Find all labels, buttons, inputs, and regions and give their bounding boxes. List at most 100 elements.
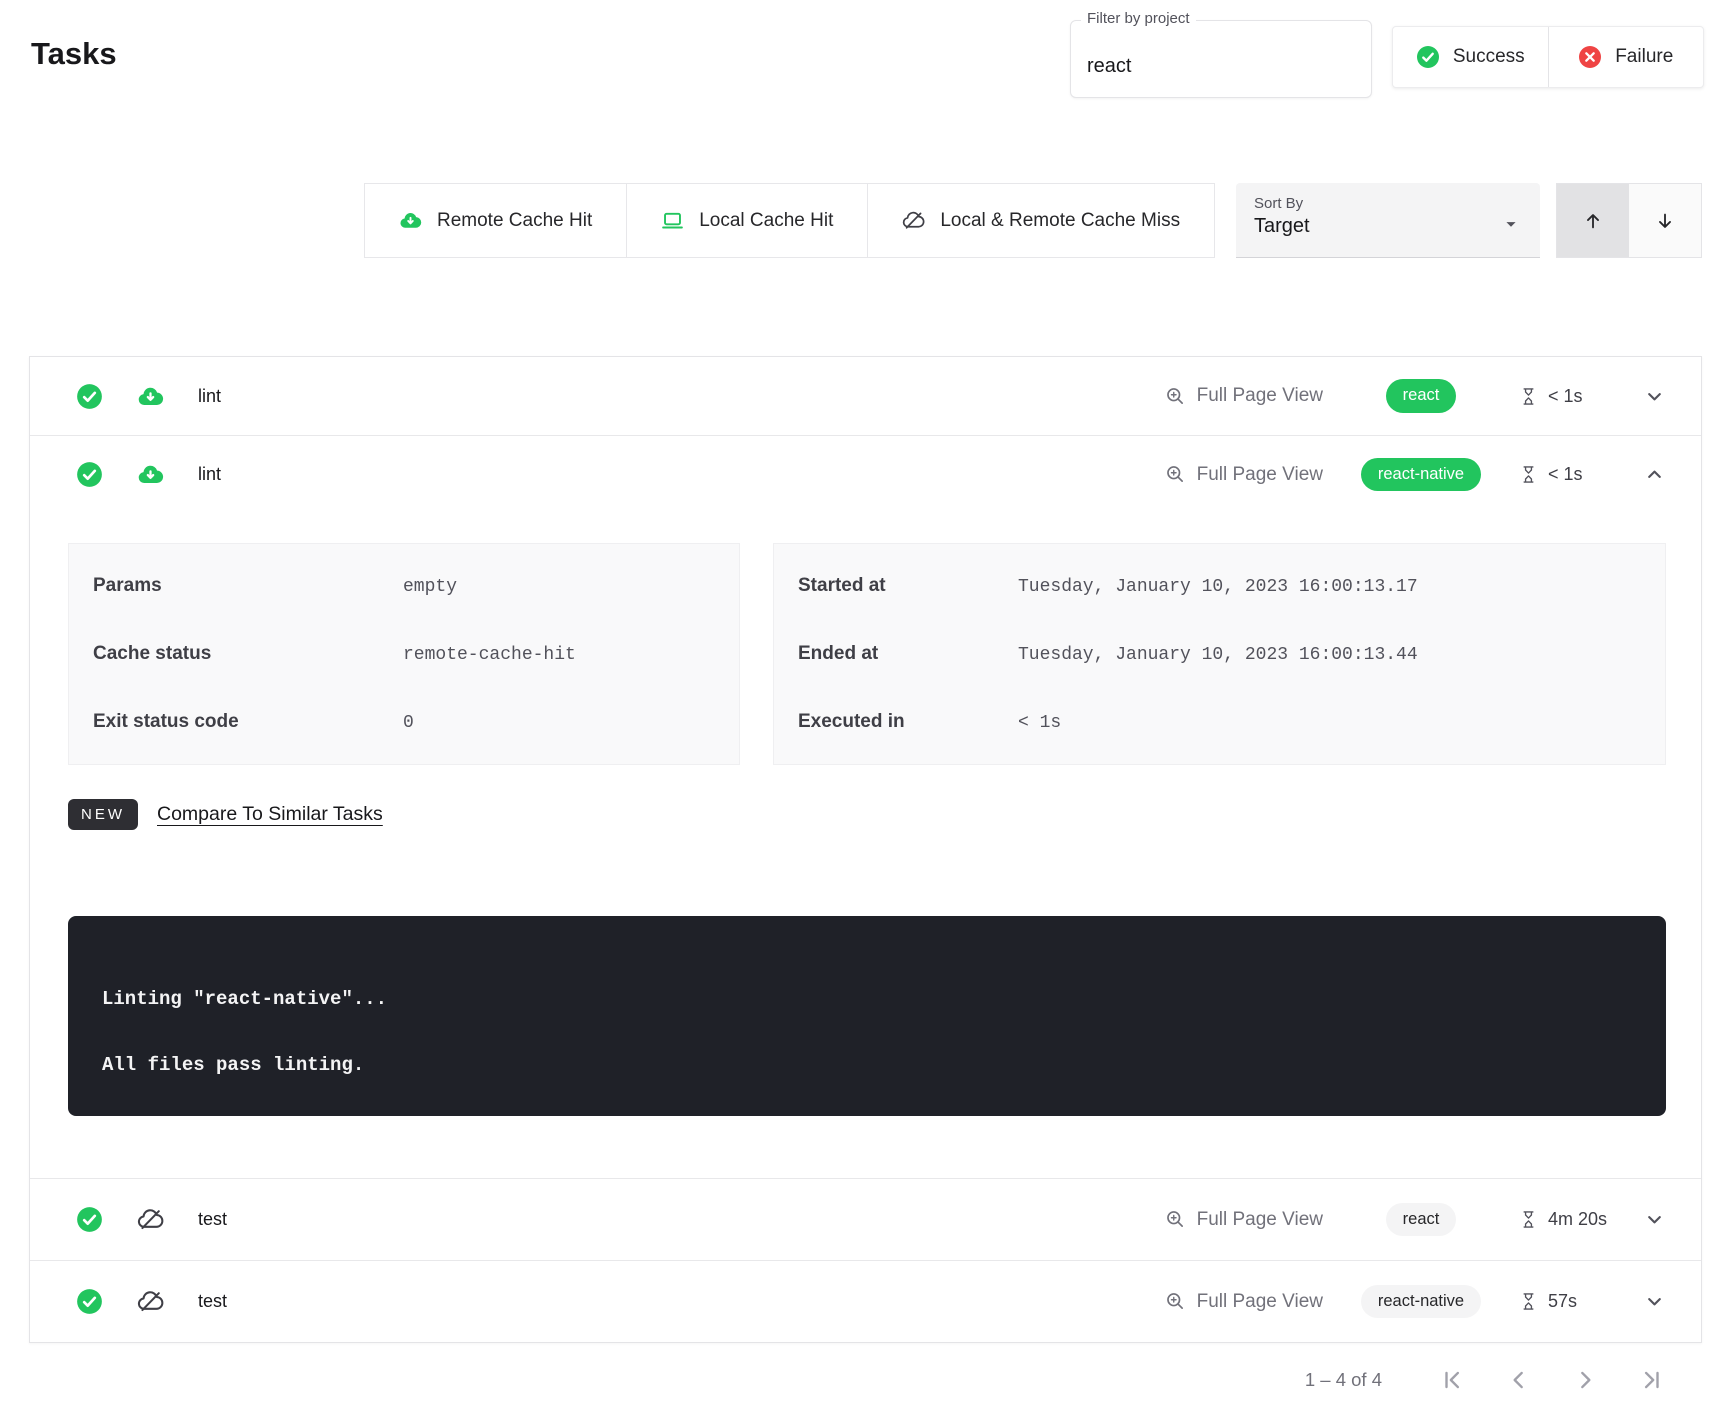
- status-filter-group: Success Failure: [1392, 26, 1704, 88]
- terminal-line: All files pass linting.: [102, 1054, 1636, 1076]
- executed-in-value: < 1s: [1018, 713, 1061, 733]
- task-row-test-react: test Full Page View react 4m 20s: [30, 1178, 1701, 1260]
- compare-to-similar-tasks-link[interactable]: Compare To Similar Tasks: [157, 803, 383, 826]
- arrow-down-icon: [1654, 210, 1676, 232]
- executed-in-row: Executed in < 1s: [774, 688, 1665, 756]
- expand-row-button[interactable]: [1637, 1290, 1671, 1313]
- success-status-icon: [76, 461, 103, 488]
- full-page-view-label: Full Page View: [1197, 385, 1323, 407]
- project-filter-label: Filter by project: [1081, 10, 1196, 27]
- full-page-view-button[interactable]: Full Page View: [1165, 464, 1323, 486]
- chevron-right-icon: [1572, 1367, 1598, 1393]
- laptop-icon: [661, 209, 684, 232]
- collapse-row-button[interactable]: [1637, 463, 1671, 486]
- sort-descending-button[interactable]: [1629, 184, 1701, 257]
- cloud-download-icon: [137, 461, 164, 488]
- task-details-expansion: Params empty Cache status remote-cache-h…: [30, 543, 1701, 1178]
- task-name: test: [198, 1291, 227, 1312]
- cache-status-label: Cache status: [93, 643, 403, 665]
- first-page-icon: [1440, 1367, 1466, 1393]
- cloud-download-icon: [399, 209, 422, 232]
- failure-filter-button[interactable]: Failure: [1548, 27, 1704, 87]
- task-duration: 57s: [1548, 1291, 1577, 1312]
- task-row-lint-react: lint Full Page View react < 1s: [30, 357, 1701, 435]
- cloud-off-icon: [902, 209, 925, 232]
- page-title: Tasks: [31, 36, 117, 72]
- full-page-view-label: Full Page View: [1197, 1291, 1323, 1313]
- params-row: Params empty: [69, 552, 739, 620]
- expand-row-button[interactable]: [1637, 385, 1671, 408]
- chevron-down-icon: [1643, 1290, 1666, 1313]
- local-cache-hit-label: Local Cache Hit: [699, 210, 833, 232]
- started-at-label: Started at: [798, 575, 1018, 597]
- local-cache-hit-filter-button[interactable]: Local Cache Hit: [626, 183, 868, 258]
- chevron-down-icon: [1643, 1208, 1666, 1231]
- sort-by-select[interactable]: Sort By Target: [1236, 183, 1540, 258]
- params-value: empty: [403, 577, 457, 597]
- arrow-up-icon: [1582, 210, 1604, 232]
- cloud-off-icon: [137, 1206, 164, 1233]
- terminal-output: Linting "react-native"... All files pass…: [68, 916, 1666, 1116]
- caret-down-icon: [1500, 213, 1522, 235]
- hourglass-icon: [1519, 465, 1538, 484]
- project-badge: react: [1386, 379, 1457, 413]
- exit-status-value: 0: [403, 713, 414, 733]
- cloud-download-icon: [137, 383, 164, 410]
- full-page-view-label: Full Page View: [1197, 464, 1323, 486]
- first-page-button[interactable]: [1440, 1367, 1466, 1393]
- sort-ascending-button[interactable]: [1557, 184, 1629, 257]
- task-attributes-panel: Params empty Cache status remote-cache-h…: [68, 543, 740, 765]
- project-filter-input[interactable]: [1071, 21, 1371, 97]
- full-page-view-button[interactable]: Full Page View: [1165, 385, 1323, 407]
- full-page-view-button[interactable]: Full Page View: [1165, 1209, 1323, 1231]
- task-duration: < 1s: [1548, 386, 1583, 407]
- cache-miss-filter-button[interactable]: Local & Remote Cache Miss: [867, 183, 1215, 258]
- expand-row-button[interactable]: [1637, 1208, 1671, 1231]
- next-page-button[interactable]: [1572, 1367, 1598, 1393]
- compare-row: NEW Compare To Similar Tasks: [68, 799, 1701, 830]
- cache-filter-group: Remote Cache Hit Local Cache Hit Local &…: [364, 183, 1215, 258]
- project-badge: react: [1386, 1203, 1457, 1237]
- last-page-button[interactable]: [1638, 1367, 1664, 1393]
- started-at-row: Started at Tuesday, January 10, 2023 16:…: [774, 552, 1665, 620]
- task-name: lint: [198, 464, 221, 485]
- previous-page-button[interactable]: [1506, 1367, 1532, 1393]
- success-filter-button[interactable]: Success: [1393, 27, 1548, 87]
- pagination: 1 – 4 of 4: [1305, 1352, 1664, 1408]
- full-page-view-button[interactable]: Full Page View: [1165, 1291, 1323, 1313]
- started-at-value: Tuesday, January 10, 2023 16:00:13.17: [1018, 577, 1418, 597]
- task-name: lint: [198, 386, 221, 407]
- exit-status-label: Exit status code: [93, 711, 403, 733]
- success-status-icon: [76, 1206, 103, 1233]
- full-page-view-label: Full Page View: [1197, 1209, 1323, 1231]
- project-badge: react-native: [1361, 1285, 1481, 1319]
- params-label: Params: [93, 575, 403, 597]
- executed-in-label: Executed in: [798, 711, 1018, 733]
- success-status-icon: [76, 383, 103, 410]
- hourglass-icon: [1519, 1292, 1538, 1311]
- project-badge: react-native: [1361, 458, 1481, 492]
- new-badge: NEW: [68, 799, 138, 830]
- project-filter-field: Filter by project: [1070, 20, 1372, 98]
- zoom-in-icon: [1165, 1209, 1186, 1230]
- zoom-in-icon: [1165, 386, 1186, 407]
- failure-filter-label: Failure: [1615, 46, 1673, 68]
- success-filter-label: Success: [1453, 46, 1525, 68]
- sort-by-label: Sort By: [1254, 195, 1522, 212]
- zoom-in-icon: [1165, 1291, 1186, 1312]
- task-list: lint Full Page View react < 1s: [29, 356, 1702, 1343]
- x-circle-icon: [1578, 45, 1602, 69]
- zoom-in-icon: [1165, 464, 1186, 485]
- terminal-line: Linting "react-native"...: [102, 988, 1636, 1010]
- task-duration: 4m 20s: [1548, 1209, 1607, 1230]
- remote-cache-hit-label: Remote Cache Hit: [437, 210, 592, 232]
- task-row-lint-react-native: lint Full Page View react-native < 1s: [30, 435, 1701, 513]
- last-page-icon: [1638, 1367, 1664, 1393]
- ended-at-row: Ended at Tuesday, January 10, 2023 16:00…: [774, 620, 1665, 688]
- check-circle-icon: [1416, 45, 1440, 69]
- cache-miss-label: Local & Remote Cache Miss: [940, 210, 1180, 232]
- cache-status-value: remote-cache-hit: [403, 645, 576, 665]
- remote-cache-hit-filter-button[interactable]: Remote Cache Hit: [364, 183, 627, 258]
- sort-by-value: Target: [1254, 215, 1522, 238]
- cloud-off-icon: [137, 1288, 164, 1315]
